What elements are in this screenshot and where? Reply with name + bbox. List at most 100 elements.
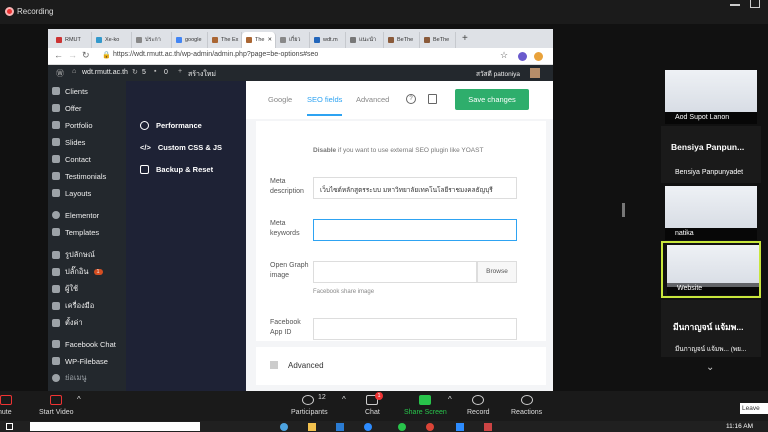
sidebar-item-layouts[interactable]: Layouts bbox=[52, 187, 91, 199]
sidebar-item-wp-filebase[interactable]: WP-Filebase bbox=[52, 355, 108, 367]
meta-description-input[interactable]: เว็บไซต์หลักสูตรระบบ มหาวิทยาลัยเทคโนโลย… bbox=[313, 177, 517, 199]
taskbar-app-icon[interactable] bbox=[308, 423, 316, 431]
browser-tab[interactable]: BeThe bbox=[420, 32, 456, 48]
taskbar-app-icon[interactable] bbox=[484, 423, 492, 431]
browser-tab[interactable]: RMUT bbox=[52, 32, 92, 48]
updates-count[interactable]: 5 bbox=[142, 69, 146, 76]
sidebar-item-elementor[interactable]: Elementor bbox=[52, 209, 99, 221]
record-icon[interactable] bbox=[472, 395, 484, 405]
taskbar-search-box[interactable] bbox=[30, 422, 200, 431]
taskbar-clock[interactable]: 11:16 AM bbox=[726, 423, 753, 430]
site-name[interactable]: wdt.rmutt.ac.th bbox=[82, 69, 128, 76]
reload-icon[interactable]: ↻ bbox=[82, 50, 90, 61]
taskbar-app-icon[interactable] bbox=[426, 423, 434, 431]
taskbar-app-icon[interactable] bbox=[456, 423, 464, 431]
taskbar-app-icon[interactable] bbox=[398, 423, 406, 431]
sidebar-item-settings[interactable]: ตั้งค่า bbox=[52, 317, 83, 329]
share-screen-icon[interactable] bbox=[419, 395, 431, 405]
help-icon[interactable]: ? bbox=[406, 94, 416, 104]
advanced-section-header[interactable]: Advanced bbox=[256, 347, 546, 385]
browser-tab[interactable]: wdt.m bbox=[310, 32, 346, 48]
tab-seo-fields[interactable]: SEO fields bbox=[307, 95, 343, 116]
sidebar-item-clients[interactable]: Clients bbox=[52, 85, 88, 97]
participants-button[interactable]: Participants bbox=[291, 409, 328, 416]
subnav-backup-reset[interactable]: Backup & Reset bbox=[140, 165, 213, 174]
fb-app-id-input[interactable] bbox=[313, 318, 517, 340]
participants-icon[interactable] bbox=[302, 395, 314, 405]
extension-icon[interactable] bbox=[518, 52, 527, 61]
sidebar-item-offer[interactable]: Offer bbox=[52, 102, 82, 114]
video-icon[interactable] bbox=[50, 395, 62, 405]
sidebar-item-plugins[interactable]: ปลั๊กอิน 1 bbox=[52, 266, 103, 278]
leave-button[interactable]: Leave bbox=[740, 403, 768, 414]
record-button[interactable]: Record bbox=[467, 409, 490, 416]
browser-tab[interactable]: The Ex bbox=[208, 32, 242, 48]
user-avatar[interactable] bbox=[530, 68, 540, 78]
video-options-icon[interactable]: ^ bbox=[77, 395, 81, 404]
taskbar-app-icon[interactable] bbox=[336, 423, 344, 431]
back-icon[interactable]: ← bbox=[54, 50, 63, 60]
taskbar-app-icon[interactable] bbox=[364, 423, 372, 431]
updates-icon[interactable]: ↻ bbox=[132, 68, 138, 76]
start-video-button[interactable]: Start Video bbox=[39, 409, 74, 416]
tab-advanced[interactable]: Advanced bbox=[356, 95, 389, 104]
windows-start-icon[interactable] bbox=[6, 423, 13, 430]
split-handle[interactable] bbox=[622, 203, 625, 217]
profile-avatar[interactable] bbox=[534, 52, 543, 61]
taskbar-app-icon[interactable] bbox=[280, 423, 288, 431]
new-content-link[interactable]: สร้างใหม่ bbox=[188, 69, 216, 80]
browser-tab[interactable]: แนะนำ bbox=[346, 32, 384, 48]
participant-tile-active-speaker[interactable]: Website bbox=[661, 241, 761, 298]
browser-tab-active[interactable]: The ✕ bbox=[242, 32, 276, 48]
reactions-button[interactable]: Reactions bbox=[511, 409, 542, 416]
mute-button[interactable]: nute bbox=[0, 409, 12, 416]
browser-tab[interactable]: BeThe bbox=[384, 32, 420, 48]
maximize-icon[interactable] bbox=[750, 0, 760, 8]
save-changes-button[interactable]: Save changes bbox=[455, 89, 529, 110]
star-icon[interactable]: ☆ bbox=[500, 50, 508, 61]
wordpress-logo-icon[interactable]: Ⓦ bbox=[56, 68, 64, 79]
new-tab-icon[interactable]: + bbox=[462, 33, 468, 44]
sidebar-item-portfolio[interactable]: Portfolio bbox=[52, 119, 93, 131]
participant-tile[interactable]: Bensiya Panpun... Bensiya Panpunyadet bbox=[661, 126, 761, 183]
chevron-down-icon[interactable]: ⌄ bbox=[706, 362, 714, 373]
comments-count[interactable]: 0 bbox=[164, 69, 168, 76]
browse-button[interactable]: Browse bbox=[477, 261, 517, 283]
sidebar-item-appearance[interactable]: รูปลักษณ์ bbox=[52, 249, 95, 261]
participant-tile[interactable]: natika bbox=[661, 184, 761, 241]
tab-google[interactable]: Google bbox=[268, 95, 292, 104]
share-screen-button[interactable]: Share Screen bbox=[404, 409, 447, 416]
sidebar-item-contact[interactable]: Contact bbox=[52, 153, 91, 165]
sidebar-item-testimonials[interactable]: Testimonials bbox=[52, 170, 106, 182]
participant-tile[interactable]: มีนกาญจน์ แจ้มพ... มีนกาญจน์ แจ้มพ... (พ… bbox=[661, 300, 761, 357]
minimize-icon[interactable] bbox=[730, 4, 740, 6]
sidebar-item-tools[interactable]: เครื่องมือ bbox=[52, 300, 94, 312]
chat-button[interactable]: Chat bbox=[365, 409, 380, 416]
reactions-icon[interactable] bbox=[521, 395, 533, 405]
browser-tab[interactable]: Xe-ko bbox=[92, 32, 132, 48]
plus-icon[interactable]: + bbox=[178, 68, 182, 75]
sidebar-collapse[interactable]: ย่อเมนู bbox=[52, 372, 87, 384]
sidebar-item-slides[interactable]: Slides bbox=[52, 136, 85, 148]
meta-keywords-input[interactable] bbox=[313, 219, 517, 241]
participants-options-icon[interactable]: ^ bbox=[342, 395, 346, 404]
subnav-performance[interactable]: Performance bbox=[140, 121, 202, 130]
sidebar-item-users[interactable]: ผู้ใช้ bbox=[52, 283, 78, 295]
user-greeting[interactable]: สวัสดี pattoniya bbox=[476, 69, 520, 79]
sidebar-item-facebook-chat[interactable]: Facebook Chat bbox=[52, 338, 116, 350]
og-image-input[interactable] bbox=[313, 261, 477, 283]
participant-tile[interactable]: Aod Supot Lanon bbox=[661, 68, 761, 125]
microphone-icon[interactable] bbox=[0, 395, 12, 405]
browser-tab[interactable]: google bbox=[172, 32, 208, 48]
browser-tab[interactable]: ประกา bbox=[132, 32, 172, 48]
sidebar-item-templates[interactable]: Templates bbox=[52, 226, 99, 238]
url-field[interactable]: https://wdt.rmutt.ac.th/wp-admin/admin.p… bbox=[113, 51, 318, 58]
document-icon[interactable] bbox=[428, 94, 437, 104]
browser-tab[interactable]: เกี่ยว bbox=[276, 32, 310, 48]
close-tab-icon[interactable]: ✕ bbox=[267, 37, 272, 43]
forward-icon[interactable]: → bbox=[68, 50, 77, 60]
home-icon[interactable]: ⌂ bbox=[72, 68, 76, 75]
share-options-icon[interactable]: ^ bbox=[448, 395, 452, 404]
subnav-custom-css-js[interactable]: </> Custom CSS & JS bbox=[140, 143, 222, 152]
comments-icon[interactable]: ▪ bbox=[154, 68, 156, 75]
